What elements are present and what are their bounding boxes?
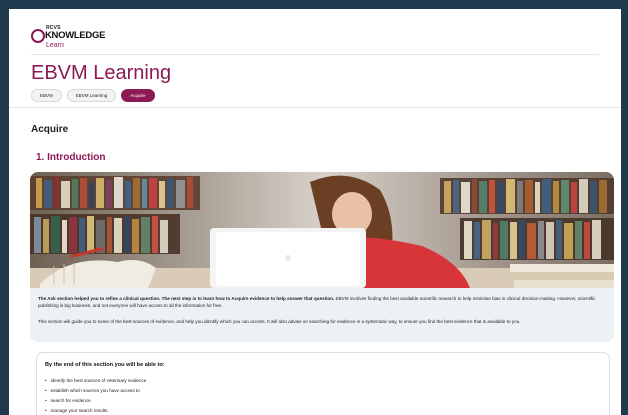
breadcrumb-ebvm-learning[interactable]: EBVM Learning	[66, 89, 117, 102]
hero-illustration	[30, 172, 614, 288]
breadcrumb-acquire[interactable]: Acquire	[121, 89, 155, 102]
list-item: establish which sources you have access …	[45, 386, 146, 396]
intro-heading: 1. Introduction	[36, 152, 106, 163]
list-item: identify the best sources of veterinary …	[45, 376, 147, 386]
intro-card: The Ask section helped you to refine a c…	[30, 172, 614, 342]
site-logo[interactable]: RCVS KNOWLEDGE Learn	[31, 25, 121, 55]
logo-wordmark: KNOWLEDGE	[45, 30, 106, 41]
hero-image	[30, 172, 614, 288]
breadcrumb-divider	[9, 107, 621, 108]
breadcrumb-ebvm[interactable]: EBVM	[31, 89, 62, 102]
logo-mark-icon	[31, 29, 45, 43]
intro-paragraph-1-bold: The Ask section helped you to refine a c…	[38, 296, 335, 301]
list-item: manage your search results.	[45, 406, 146, 415]
learning-outcomes-box: By the end of this section you will be a…	[36, 352, 610, 415]
page-frame: RCVS KNOWLEDGE Learn EBVM Learning EBVM …	[9, 9, 621, 415]
page-title: EBVM Learning	[31, 62, 172, 84]
breadcrumb: EBVM EBVM Learning Acquire	[31, 89, 155, 102]
list-item: search for evidence	[45, 396, 146, 406]
section-title: Acquire	[31, 124, 69, 135]
logo-sub-text: Learn	[46, 42, 64, 49]
outcomes-list: identify the best sources of veterinary …	[45, 376, 147, 415]
intro-paragraph-1: The Ask section helped you to refine a c…	[38, 295, 606, 309]
header-divider	[31, 54, 599, 55]
intro-paragraph-2: This section will guide you to some of t…	[38, 319, 521, 324]
outcomes-title: By the end of this section you will be a…	[45, 362, 165, 368]
